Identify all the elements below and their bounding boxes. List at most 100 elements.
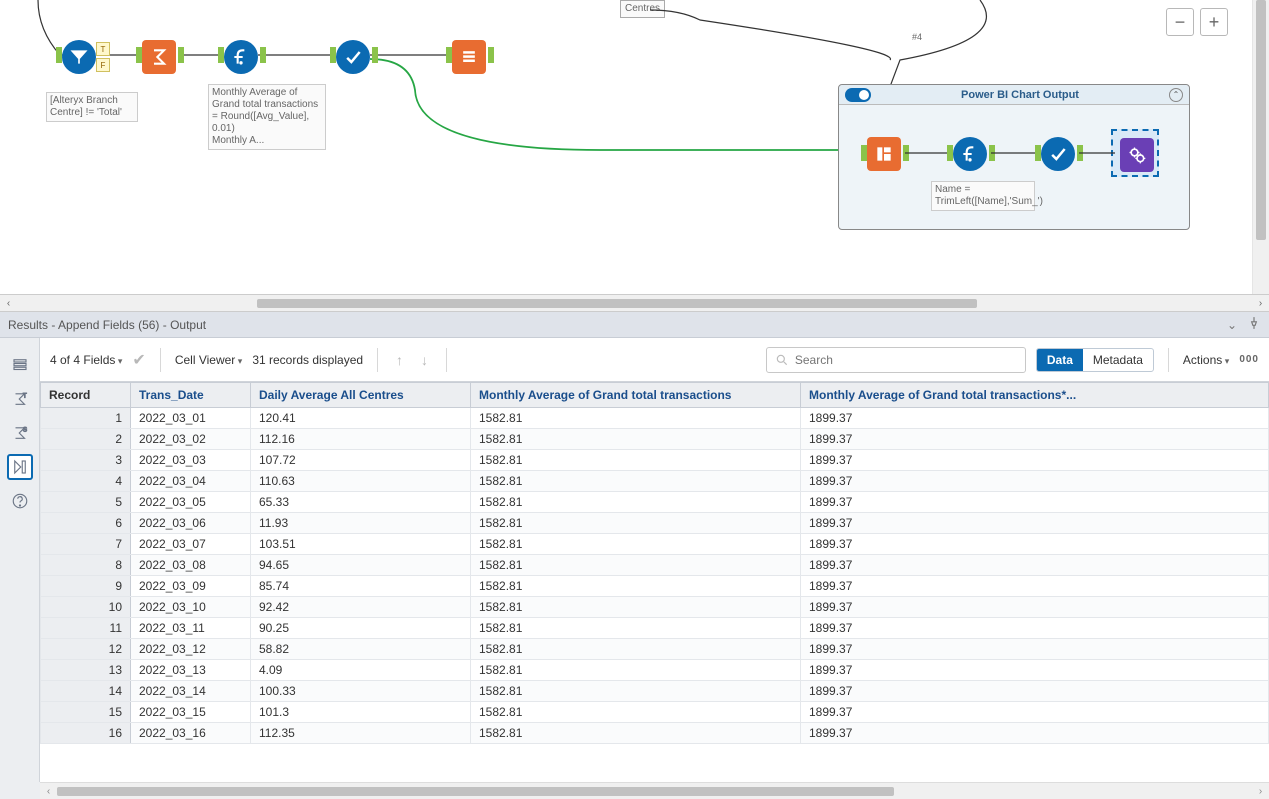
cell-monthly-1[interactable]: 1582.81 xyxy=(471,513,801,534)
table-row[interactable]: 152022_03_15101.31582.811899.37 xyxy=(41,702,1269,723)
cell-trans-date[interactable]: 2022_03_01 xyxy=(131,408,251,429)
cell-monthly-1[interactable]: 1582.81 xyxy=(471,471,801,492)
col-header-record[interactable]: Record xyxy=(41,383,131,408)
cell-trans-date[interactable]: 2022_03_10 xyxy=(131,597,251,618)
cell-monthly-1[interactable]: 1582.81 xyxy=(471,555,801,576)
cell-trans-date[interactable]: 2022_03_12 xyxy=(131,639,251,660)
cell-trans-date[interactable]: 2022_03_07 xyxy=(131,534,251,555)
container-power-bi[interactable]: Power BI Chart Output ⌃ Name = TrimLeft(… xyxy=(838,84,1190,230)
messages-tab[interactable] xyxy=(7,352,33,378)
cell-trans-date[interactable]: 2022_03_06 xyxy=(131,513,251,534)
col-header-daily-avg[interactable]: Daily Average All Centres xyxy=(251,383,471,408)
results-grid[interactable]: Record Trans_Date Daily Average All Cent… xyxy=(40,382,1269,782)
cell-monthly-2[interactable]: 1899.37 xyxy=(801,723,1269,744)
cell-daily-avg[interactable]: 103.51 xyxy=(251,534,471,555)
sort-desc-button[interactable]: ↓ xyxy=(417,352,432,368)
col-header-monthly-1[interactable]: Monthly Average of Grand total transacti… xyxy=(471,383,801,408)
cell-monthly-2[interactable]: 1899.37 xyxy=(801,681,1269,702)
zoom-in-button[interactable]: + xyxy=(1200,8,1228,36)
cell-trans-date[interactable]: 2022_03_04 xyxy=(131,471,251,492)
results-panel-header[interactable]: Results - Append Fields (56) - Output ⌄ xyxy=(0,312,1269,338)
select-all-check-icon[interactable]: ✔ xyxy=(132,350,145,370)
output-tab[interactable] xyxy=(7,454,33,480)
cell-monthly-2[interactable]: 1899.37 xyxy=(801,429,1269,450)
cell-daily-avg[interactable]: 90.25 xyxy=(251,618,471,639)
cell-monthly-2[interactable]: 1899.37 xyxy=(801,660,1269,681)
cell-trans-date[interactable]: 2022_03_15 xyxy=(131,702,251,723)
cell-daily-avg[interactable]: 11.93 xyxy=(251,513,471,534)
sum-t-tab[interactable]: T xyxy=(7,386,33,412)
summarize-tool[interactable] xyxy=(142,40,176,74)
cell-trans-date[interactable]: 2022_03_14 xyxy=(131,681,251,702)
search-input[interactable] xyxy=(766,347,1026,373)
table-row[interactable]: 22022_03_02112.161582.811899.37 xyxy=(41,429,1269,450)
cell-trans-date[interactable]: 2022_03_03 xyxy=(131,450,251,471)
help-tab[interactable] xyxy=(7,488,33,514)
canvas-vertical-scrollbar[interactable] xyxy=(1252,0,1269,294)
append-fields-tool[interactable] xyxy=(452,40,486,74)
table-row[interactable]: 162022_03_16112.351582.811899.37 xyxy=(41,723,1269,744)
cell-daily-avg[interactable]: 65.33 xyxy=(251,492,471,513)
zoom-out-button[interactable]: − xyxy=(1166,8,1194,36)
table-row[interactable]: 72022_03_07103.511582.811899.37 xyxy=(41,534,1269,555)
cell-monthly-1[interactable]: 1582.81 xyxy=(471,576,801,597)
cell-monthly-2[interactable]: 1899.37 xyxy=(801,618,1269,639)
cell-monthly-1[interactable]: 1582.81 xyxy=(471,639,801,660)
select-tool-2[interactable] xyxy=(1041,137,1075,171)
table-row[interactable]: 122022_03_1258.821582.811899.37 xyxy=(41,639,1269,660)
filter-tool[interactable] xyxy=(62,40,96,74)
cell-daily-avg[interactable]: 100.33 xyxy=(251,681,471,702)
cell-monthly-2[interactable]: 1899.37 xyxy=(801,450,1269,471)
table-row[interactable]: 52022_03_0565.331582.811899.37 xyxy=(41,492,1269,513)
cell-monthly-2[interactable]: 1899.37 xyxy=(801,492,1269,513)
formula-tool[interactable] xyxy=(224,40,258,74)
cell-monthly-2[interactable]: 1899.37 xyxy=(801,471,1269,492)
precision-icon[interactable]: 000 xyxy=(1239,354,1259,365)
transpose-tool[interactable] xyxy=(867,137,901,171)
cell-daily-avg[interactable]: 120.41 xyxy=(251,408,471,429)
results-horizontal-scrollbar[interactable]: ‹ › xyxy=(40,782,1269,799)
cell-daily-avg[interactable]: 107.72 xyxy=(251,450,471,471)
cell-trans-date[interactable]: 2022_03_11 xyxy=(131,618,251,639)
cell-monthly-2[interactable]: 1899.37 xyxy=(801,576,1269,597)
cell-monthly-1[interactable]: 1582.81 xyxy=(471,408,801,429)
cell-daily-avg[interactable]: 92.42 xyxy=(251,597,471,618)
table-row[interactable]: 62022_03_0611.931582.811899.37 xyxy=(41,513,1269,534)
col-header-trans-date[interactable]: Trans_Date xyxy=(131,383,251,408)
cell-daily-avg[interactable]: 110.63 xyxy=(251,471,471,492)
cell-monthly-1[interactable]: 1582.81 xyxy=(471,723,801,744)
container-collapse-button[interactable]: ⌃ xyxy=(1169,88,1183,102)
search-field[interactable] xyxy=(795,353,1017,367)
table-row[interactable]: 102022_03_1092.421582.811899.37 xyxy=(41,597,1269,618)
table-row[interactable]: 142022_03_14100.331582.811899.37 xyxy=(41,681,1269,702)
workflow-canvas[interactable]: − + Centres #4 xyxy=(0,0,1252,294)
cell-daily-avg[interactable]: 4.09 xyxy=(251,660,471,681)
table-row[interactable]: 92022_03_0985.741582.811899.37 xyxy=(41,576,1269,597)
cell-trans-date[interactable]: 2022_03_16 xyxy=(131,723,251,744)
table-row[interactable]: 42022_03_04110.631582.811899.37 xyxy=(41,471,1269,492)
data-tab[interactable]: Data xyxy=(1037,349,1083,371)
cell-trans-date[interactable]: 2022_03_08 xyxy=(131,555,251,576)
fields-dropdown[interactable]: 4 of 4 Fields xyxy=(50,353,122,367)
table-row[interactable]: 32022_03_03107.721582.811899.37 xyxy=(41,450,1269,471)
cell-monthly-1[interactable]: 1582.81 xyxy=(471,429,801,450)
cell-monthly-1[interactable]: 1582.81 xyxy=(471,492,801,513)
cell-viewer-dropdown[interactable]: Cell Viewer xyxy=(175,353,243,367)
cell-trans-date[interactable]: 2022_03_05 xyxy=(131,492,251,513)
cell-monthly-1[interactable]: 1582.81 xyxy=(471,534,801,555)
cell-monthly-2[interactable]: 1899.37 xyxy=(801,408,1269,429)
output-tool[interactable] xyxy=(1120,138,1154,172)
cell-trans-date[interactable]: 2022_03_09 xyxy=(131,576,251,597)
cell-trans-date[interactable]: 2022_03_02 xyxy=(131,429,251,450)
cell-monthly-2[interactable]: 1899.37 xyxy=(801,702,1269,723)
cell-monthly-2[interactable]: 1899.37 xyxy=(801,513,1269,534)
cell-monthly-2[interactable]: 1899.37 xyxy=(801,555,1269,576)
sum-s-tab[interactable]: S xyxy=(7,420,33,446)
table-row[interactable]: 12022_03_01120.411582.811899.37 xyxy=(41,408,1269,429)
table-row[interactable]: 82022_03_0894.651582.811899.37 xyxy=(41,555,1269,576)
select-tool[interactable] xyxy=(336,40,370,74)
sort-asc-button[interactable]: ↑ xyxy=(392,352,407,368)
cell-daily-avg[interactable]: 94.65 xyxy=(251,555,471,576)
cell-monthly-1[interactable]: 1582.81 xyxy=(471,702,801,723)
table-row[interactable]: 132022_03_134.091582.811899.37 xyxy=(41,660,1269,681)
